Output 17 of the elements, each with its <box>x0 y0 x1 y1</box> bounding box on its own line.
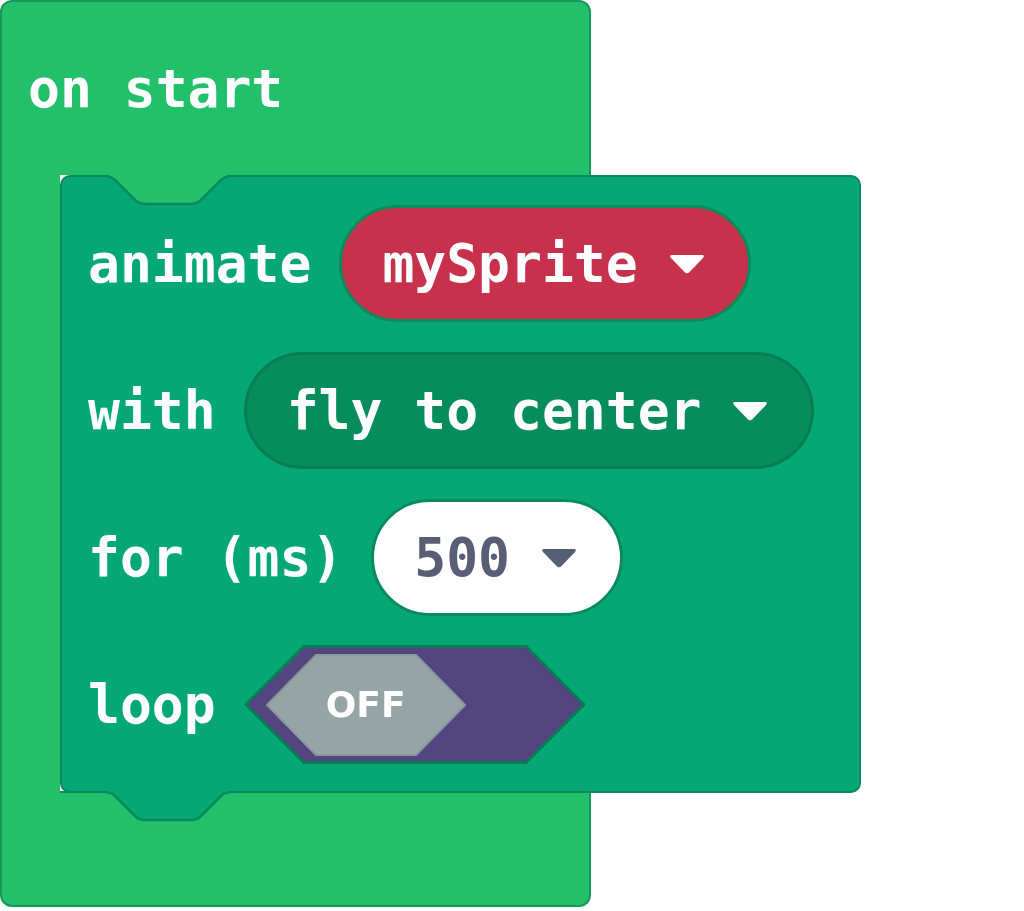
option-dropdown[interactable]: fly to center <box>243 352 815 469</box>
event-block-header[interactable]: on start <box>0 0 591 175</box>
caret-icon <box>667 252 706 275</box>
variable-dropdown[interactable]: mySprite <box>339 205 751 322</box>
caret-icon <box>540 546 578 569</box>
block-label: animate <box>88 237 312 290</box>
caret-icon <box>731 399 770 422</box>
block-label: with <box>88 384 216 437</box>
block-label: for (ms) <box>88 531 344 584</box>
connector-notch-icon <box>105 175 231 207</box>
connector-tab-icon <box>105 791 231 823</box>
animate-block[interactable]: animate mySprite with fly to center for (ms) 500 loop OFF <box>60 175 861 793</box>
event-label: on start <box>28 62 284 115</box>
number-dropdown[interactable]: 500 <box>371 499 623 616</box>
event-block-footer[interactable] <box>0 791 591 907</box>
toggle-knob[interactable]: OFF <box>265 654 466 756</box>
toggle-switch[interactable]: OFF <box>243 645 586 764</box>
